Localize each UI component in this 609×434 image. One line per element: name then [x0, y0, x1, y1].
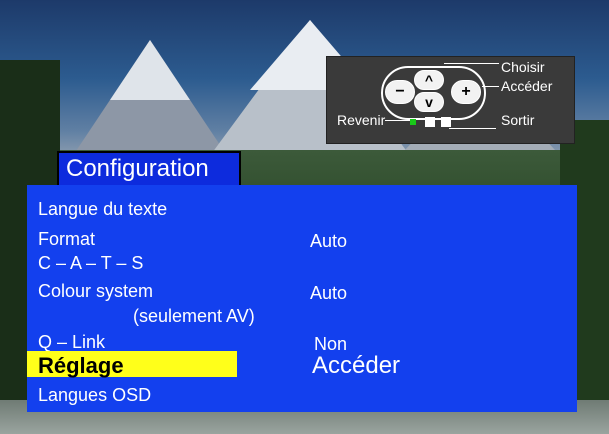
down-arrow-icon: v	[414, 92, 444, 112]
back-pointer-line	[385, 120, 413, 121]
access-pointer-line	[482, 86, 499, 87]
menu-item-q-link[interactable]: Q – Link	[38, 331, 105, 353]
format-value: Auto	[310, 231, 348, 251]
menu-item-cats[interactable]: C – A – T – S	[38, 252, 143, 274]
back-label: Revenir	[337, 112, 386, 128]
exit-label: Sortir	[501, 112, 535, 128]
plus-button-icon: +	[451, 80, 481, 104]
access-label: Accéder	[501, 78, 553, 94]
menu-title: Configuration	[66, 155, 209, 182]
minus-button-icon: −	[385, 80, 415, 104]
white-key-icon	[425, 117, 435, 127]
menu-item-format[interactable]: Format	[38, 228, 95, 250]
choose-label: Choisir	[501, 59, 545, 75]
menu-item-colour-system[interactable]: Colour system	[38, 280, 153, 302]
colour-system-note: (seulement AV)	[133, 306, 255, 326]
colour-system-value: Auto	[310, 283, 348, 303]
reglage-value: Accéder	[312, 352, 401, 379]
menu-item-langue-du-texte[interactable]: Langue du texte	[38, 198, 167, 220]
up-arrow-icon: ^	[414, 70, 444, 90]
choose-pointer-line	[444, 63, 499, 64]
exit-pointer-line	[449, 128, 496, 129]
menu-item-reglage[interactable]: Réglage	[38, 353, 124, 379]
green-indicator-icon	[410, 119, 416, 125]
menu-item-langues-osd[interactable]: Langues OSD	[38, 384, 151, 406]
white-key-icon	[441, 117, 451, 127]
